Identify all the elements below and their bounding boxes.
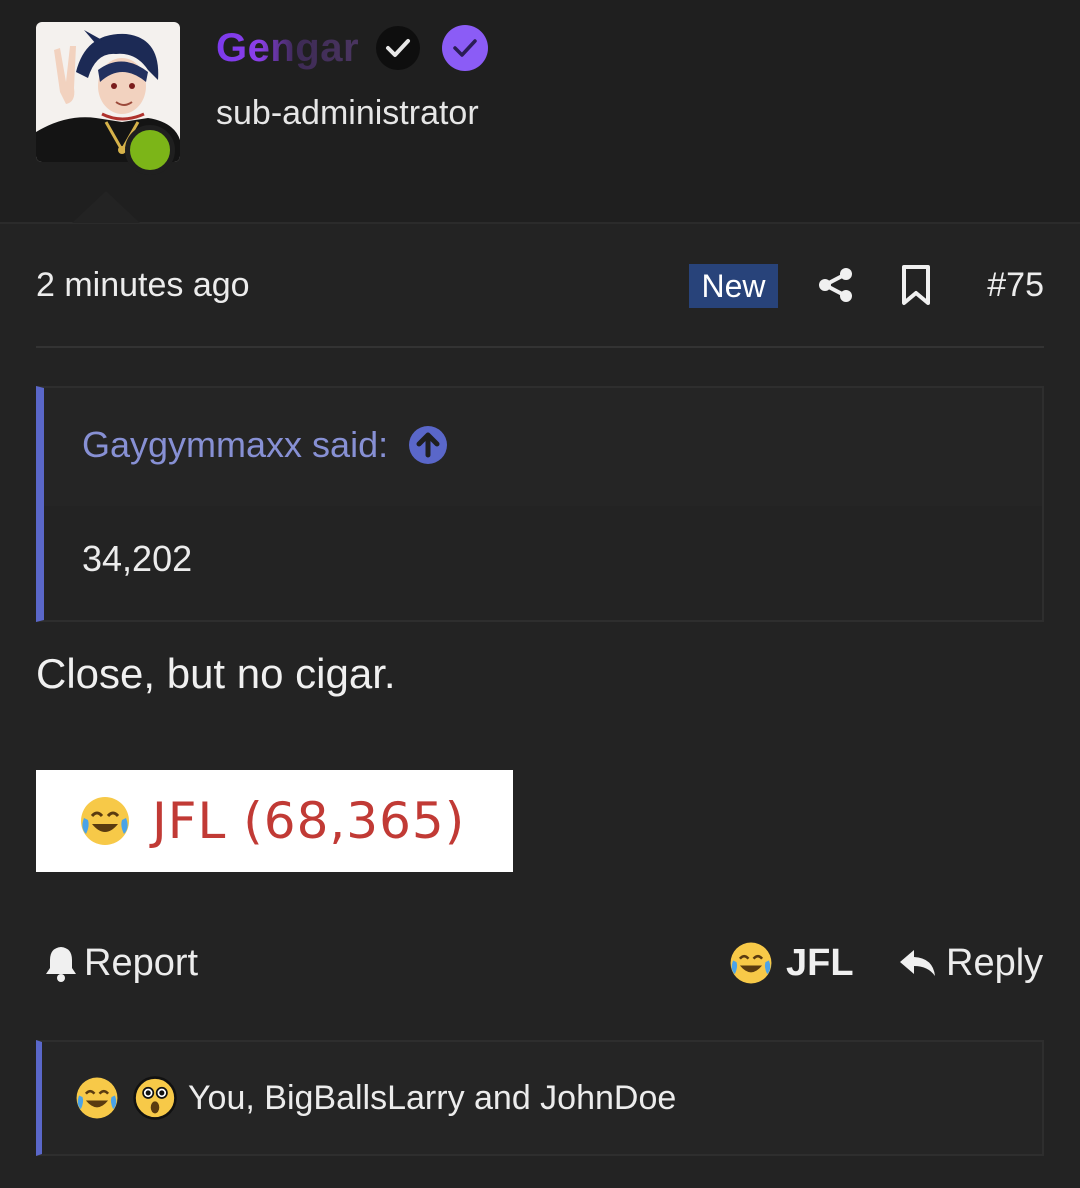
online-status-dot [125, 125, 175, 175]
meta-divider [36, 346, 1044, 348]
post-meta-row: 2 minutes ago New #75 [36, 262, 1044, 308]
reactions-summary[interactable]: You, BigBallsLarry and JohnDoe [36, 1040, 1044, 1156]
share-icon[interactable] [816, 266, 856, 304]
joy-emoji-icon [76, 1077, 118, 1119]
quote-text: 34,202 [82, 538, 193, 579]
username-link[interactable]: Gengar [216, 26, 359, 71]
quote-author[interactable]: Gaygymmaxx said: [82, 424, 448, 466]
reply-button[interactable]: Reply [898, 935, 1043, 991]
bell-icon [46, 947, 76, 982]
new-badge: New [689, 264, 778, 308]
user-title: sub-administrator [216, 94, 479, 132]
joy-emoji-icon [730, 942, 772, 984]
reactions-users-text[interactable]: You, BigBallsLarry and JohnDoe [188, 1079, 676, 1118]
post-message: Close, but no cigar. [36, 650, 396, 697]
embedded-image[interactable]: JFL (68,365) [36, 770, 513, 872]
post-timestamp[interactable]: 2 minutes ago [36, 262, 250, 308]
astonished-emoji-icon [133, 1076, 177, 1120]
staff-check-badge-icon [376, 26, 421, 70]
reaction-label: JFL [786, 941, 854, 984]
post-actions: Report JFL Reply [36, 935, 1044, 991]
joy-emoji-icon [81, 797, 129, 845]
reply-arrow-icon [900, 950, 935, 976]
post-number-link[interactable]: #75 [987, 262, 1044, 308]
header-pointer [72, 191, 140, 223]
quote-header: Gaygymmaxx said: [44, 388, 1042, 506]
embedded-image-text: JFL (68,365) [152, 792, 466, 850]
quote-block: Gaygymmaxx said: 34,202 [36, 386, 1044, 622]
verified-badge-icon [442, 25, 489, 71]
username-row: Gengar [216, 22, 489, 74]
bookmark-icon[interactable] [900, 264, 932, 306]
jump-to-quote-icon[interactable] [408, 425, 448, 465]
post-author-header: Gengar sub-administrator [0, 0, 1080, 224]
report-button[interactable]: Report [44, 935, 198, 991]
reply-label: Reply [946, 941, 1044, 984]
quote-author-label: Gaygymmaxx said: [82, 424, 389, 465]
report-label: Report [84, 941, 199, 984]
react-jfl-button[interactable]: JFL [728, 935, 854, 991]
